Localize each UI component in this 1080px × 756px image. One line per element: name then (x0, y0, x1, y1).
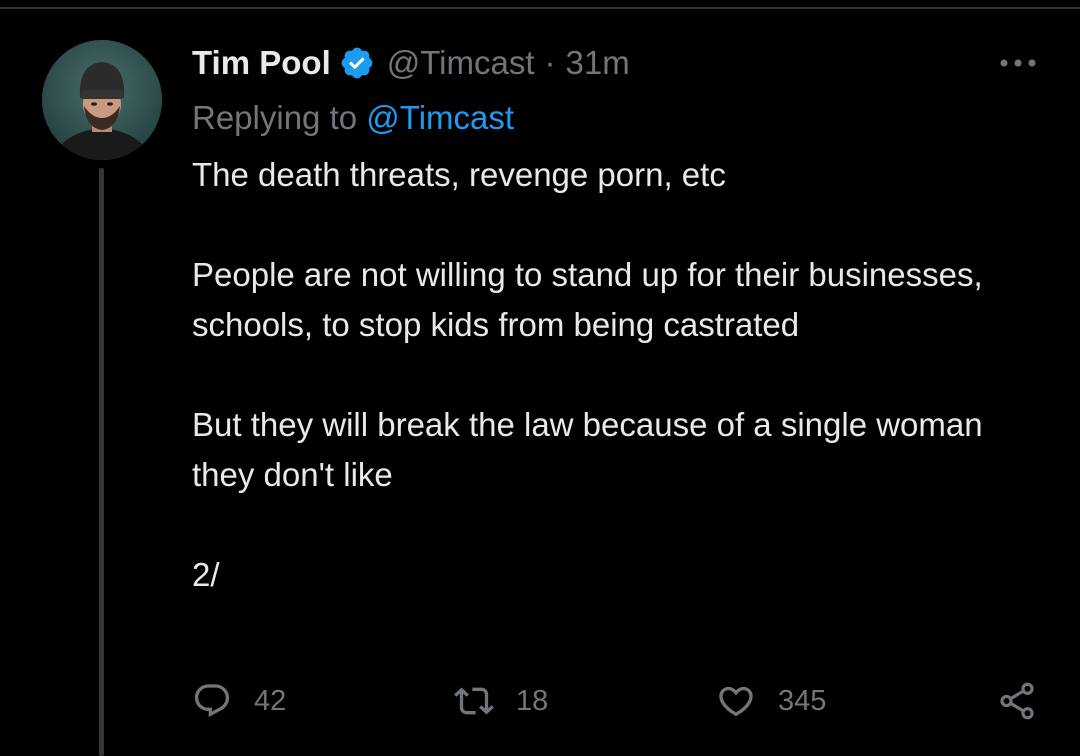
tweet-header: Tim Pool @Timcast · 31m (192, 40, 630, 86)
retweet-icon (454, 687, 494, 715)
share-button[interactable] (996, 677, 1038, 725)
like-count: 345 (778, 684, 827, 717)
author-handle[interactable]: @Timcast (387, 40, 535, 86)
top-divider (0, 7, 1080, 9)
tweet-action-bar: 42 18 345 (0, 677, 1080, 725)
like-button[interactable]: 345 (716, 677, 826, 725)
tweet-paragraph: The death threats, revenge porn, etc (192, 156, 726, 193)
tweet-paragraph: But they will break the law because of a… (192, 406, 983, 493)
tweet-timestamp[interactable]: 31m (566, 40, 630, 86)
tweet-paragraph: 2/ (192, 556, 220, 593)
avatar-photo-icon (42, 40, 162, 160)
more-options-button[interactable] (996, 46, 1040, 80)
tweet-paragraph: People are not willing to stand up for t… (192, 256, 983, 343)
reply-count: 42 (254, 684, 287, 717)
replying-to-label: Replying to (192, 99, 367, 136)
thread-connector-line (99, 168, 104, 756)
share-icon (1000, 682, 1034, 720)
avatar[interactable] (42, 40, 162, 160)
more-horizontal-icon (1000, 59, 1036, 67)
retweet-count: 18 (516, 684, 549, 717)
retweet-button[interactable]: 18 (454, 677, 548, 725)
heart-icon (719, 686, 753, 717)
reply-button[interactable]: 42 (192, 677, 286, 725)
replying-to-handle-link[interactable]: @Timcast (366, 99, 514, 136)
verified-badge-icon (339, 45, 375, 81)
reply-bubble-icon (194, 684, 230, 718)
header-separator: · (544, 44, 556, 81)
replying-to-line: Replying to @Timcast (192, 95, 514, 141)
tweet-body: The death threats, revenge porn, etc Peo… (192, 150, 992, 600)
author-display-name[interactable]: Tim Pool (192, 40, 331, 86)
